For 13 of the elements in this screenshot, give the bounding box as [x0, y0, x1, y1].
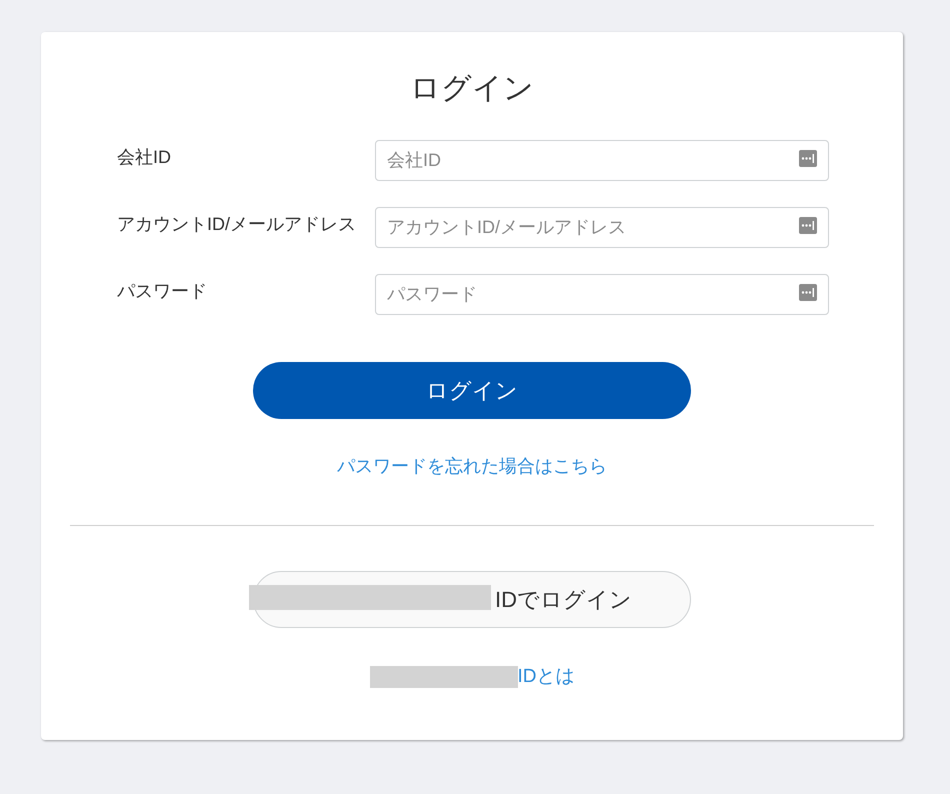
- input-field[interactable]: 会社ID: [375, 140, 829, 181]
- field-label: パスワード: [117, 280, 208, 302]
- forgot-password-link[interactable]: パスワードを忘れた場合はこちら: [337, 454, 607, 478]
- password-manager-icon[interactable]: [799, 150, 817, 167]
- password-manager-icon[interactable]: [799, 217, 817, 234]
- input-field[interactable]: パスワード: [375, 274, 829, 315]
- field-label: 会社ID: [117, 146, 172, 168]
- input-field[interactable]: アカウントID/メールアドレス: [375, 207, 829, 248]
- about-id-link[interactable]: IDとは: [518, 665, 574, 689]
- page-title: ログイン: [410, 72, 534, 106]
- login-button[interactable]: ログイン: [253, 362, 691, 419]
- field-label: アカウントID/メールアドレス: [117, 213, 358, 235]
- password-manager-icon[interactable]: [799, 284, 817, 301]
